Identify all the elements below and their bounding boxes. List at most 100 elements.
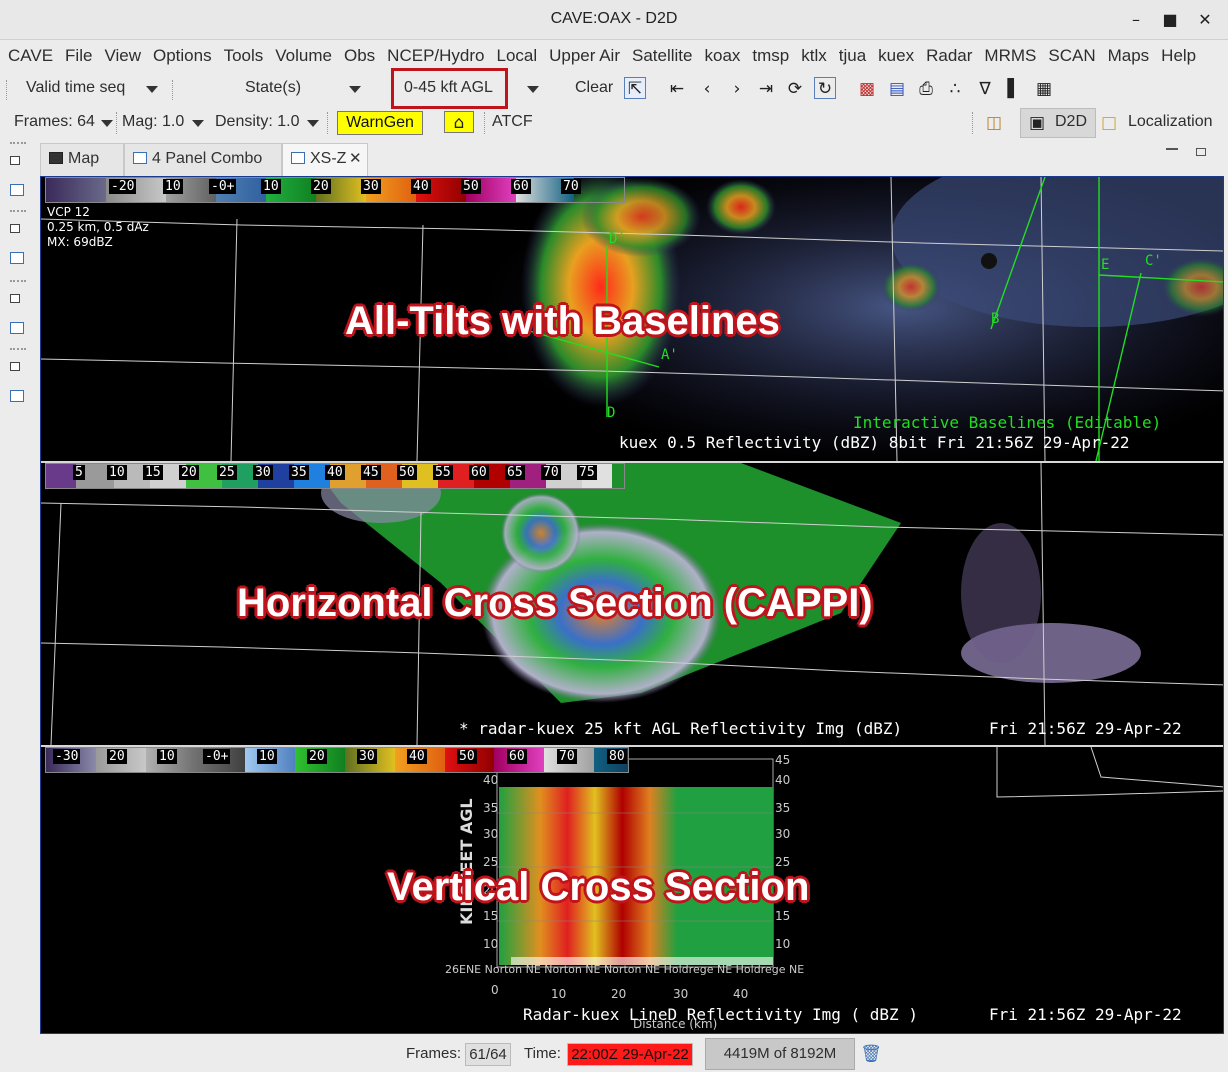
- chevron-down-icon[interactable]: [146, 86, 158, 93]
- y-tick: 10: [483, 937, 499, 951]
- maximize-view-icon[interactable]: [1196, 148, 1206, 156]
- restore-icon[interactable]: [10, 362, 20, 371]
- first-frame-icon[interactable]: ⇤: [666, 78, 688, 100]
- home-icon[interactable]: ⌂: [444, 111, 474, 133]
- close-tab-icon[interactable]: ✕: [349, 144, 362, 174]
- menu-item-tjua[interactable]: tjua: [833, 46, 872, 66]
- strip-grip: [10, 280, 26, 282]
- colorbar-label: 45: [361, 465, 381, 480]
- tab-map[interactable]: Map: [40, 143, 124, 176]
- panel-view-icon[interactable]: [10, 184, 24, 196]
- menu-item-options[interactable]: Options: [147, 46, 218, 66]
- pane-cappi[interactable]: 5 10 15 20 25 30 35 40 45 50 55 60 65 70…: [41, 463, 1223, 745]
- pane-all-tilts[interactable]: -20 10 -0+ 10 20 30 40 50 60 70 VCP 12 0…: [41, 177, 1223, 461]
- valid-time-select[interactable]: Valid time seq: [26, 79, 125, 97]
- maximize-icon[interactable]: ■: [1158, 8, 1182, 32]
- last-frame-icon[interactable]: ⇥: [755, 78, 777, 100]
- trash-icon[interactable]: 🗑: [860, 1043, 882, 1065]
- tab-xs-z[interactable]: XS-Z ✕: [282, 143, 368, 176]
- localization-button[interactable]: Localization: [1128, 113, 1213, 131]
- print-icon[interactable]: ⎙: [915, 78, 937, 100]
- panel-view-icon[interactable]: [10, 322, 24, 334]
- menu-item-radar[interactable]: Radar: [920, 46, 978, 66]
- pane-vertical-xs[interactable]: -30 20 10 -0+ 10 20 30 40 50 60 70 80 KI…: [41, 747, 1223, 1033]
- menu-item-local[interactable]: Local: [490, 46, 543, 66]
- tab-4-panel-combo[interactable]: 4 Panel Combo: [124, 143, 282, 176]
- chevron-down-icon[interactable]: [101, 120, 113, 127]
- four-panel-icon[interactable]: ▦: [1033, 78, 1055, 100]
- refresh-icon[interactable]: ↻: [814, 77, 836, 99]
- chevron-down-icon[interactable]: [349, 86, 361, 93]
- menu-item-upper-air[interactable]: Upper Air: [543, 46, 626, 66]
- menu-item-kuex[interactable]: kuex: [872, 46, 920, 66]
- next-frame-icon[interactable]: ›: [726, 78, 748, 100]
- colorbar-label: 15: [143, 465, 163, 480]
- baseline-label[interactable]: D: [607, 405, 615, 421]
- menu-item-ncep-hydro[interactable]: NCEP/Hydro: [381, 46, 490, 66]
- density-select[interactable]: Density: 1.0: [215, 113, 299, 131]
- menu-item-tools[interactable]: Tools: [218, 46, 270, 66]
- fullscreen-icon[interactable]: ⇱: [624, 77, 646, 99]
- baseline-label[interactable]: B: [991, 311, 999, 327]
- close-icon[interactable]: ✕: [1193, 8, 1217, 32]
- menu-item-view[interactable]: View: [98, 46, 147, 66]
- perspective-icon[interactable]: ◫: [983, 112, 1005, 134]
- colorbar-label: 20: [107, 749, 127, 764]
- map-display[interactable]: -20 10 -0+ 10 20 30 40 50 60 70 VCP 12 0…: [40, 176, 1224, 1034]
- toolbar-separator: [327, 112, 328, 134]
- menu-item-obs[interactable]: Obs: [338, 46, 381, 66]
- prev-frame-icon[interactable]: ‹: [696, 78, 718, 100]
- y-tick: 35: [483, 801, 499, 815]
- baseline-icon[interactable]: ∇: [974, 78, 996, 100]
- restore-icon[interactable]: [10, 294, 20, 303]
- menu-item-cave[interactable]: CAVE: [2, 46, 59, 66]
- colorbar-label: 60: [469, 465, 489, 480]
- atcf-button[interactable]: ATCF: [492, 113, 533, 131]
- chevron-down-icon[interactable]: [192, 120, 204, 127]
- menu-item-satellite[interactable]: Satellite: [626, 46, 698, 66]
- restore-icon[interactable]: [10, 156, 20, 165]
- menu-item-koax[interactable]: koax: [698, 46, 746, 66]
- baseline-label[interactable]: C': [1145, 253, 1162, 269]
- colorbar-label: -0+: [209, 179, 237, 194]
- menu-item-file[interactable]: File: [59, 46, 98, 66]
- chevron-down-icon[interactable]: [307, 120, 319, 127]
- mag-select[interactable]: Mag: 1.0: [122, 113, 184, 131]
- colorbar-label: 50: [397, 465, 417, 480]
- menu-item-maps[interactable]: Maps: [1102, 46, 1156, 66]
- y-tick-right: 35: [775, 801, 791, 815]
- states-select[interactable]: State(s): [245, 79, 301, 97]
- baseline-label[interactable]: D': [609, 231, 626, 247]
- panel-layout-icon[interactable]: ▌: [1003, 78, 1025, 100]
- colorbar-label: 20: [307, 749, 327, 764]
- points-icon[interactable]: ∴: [944, 78, 966, 100]
- baseline-label[interactable]: A': [661, 347, 678, 363]
- toolbar-separator: [972, 112, 973, 134]
- menu-item-mrms[interactable]: MRMS: [978, 46, 1042, 66]
- colorbar-label: 20: [311, 179, 331, 194]
- minimize-icon[interactable]: –: [1124, 8, 1148, 32]
- frames-select[interactable]: Frames: 64: [14, 113, 95, 131]
- restore-icon[interactable]: [10, 224, 20, 233]
- panel-view-icon[interactable]: [10, 390, 24, 402]
- panel-view-icon[interactable]: [10, 252, 24, 264]
- menu-item-help[interactable]: Help: [1155, 46, 1202, 66]
- colorbar-label: 50: [461, 179, 481, 194]
- menu-item-volume[interactable]: Volume: [269, 46, 338, 66]
- menu-item-scan[interactable]: SCAN: [1042, 46, 1101, 66]
- pane-caption: * radar-kuex 25 kft AGL Reflectivity Img…: [459, 719, 903, 738]
- colorbar-label: 25: [217, 465, 237, 480]
- baseline-label[interactable]: E: [1101, 257, 1109, 273]
- menu-item-ktlx[interactable]: ktlx: [795, 46, 833, 66]
- image-properties-icon[interactable]: ▩: [856, 78, 878, 100]
- menu-item-tmsp[interactable]: tmsp: [746, 46, 795, 66]
- localization-icon[interactable]: □: [1098, 112, 1120, 134]
- loop-icon[interactable]: ⟳: [784, 78, 806, 100]
- window-title: CAVE:OAX - D2D: [550, 10, 678, 27]
- minimize-view-icon[interactable]: [1166, 148, 1178, 150]
- pane-caption: Radar-kuex LineD Reflectivity Img ( dBZ …: [523, 1005, 918, 1024]
- clear-button[interactable]: Clear: [575, 79, 613, 97]
- warngen-button[interactable]: WarnGen: [337, 111, 423, 135]
- overlay-icon[interactable]: ▤: [886, 78, 908, 100]
- chevron-down-icon[interactable]: [527, 86, 539, 93]
